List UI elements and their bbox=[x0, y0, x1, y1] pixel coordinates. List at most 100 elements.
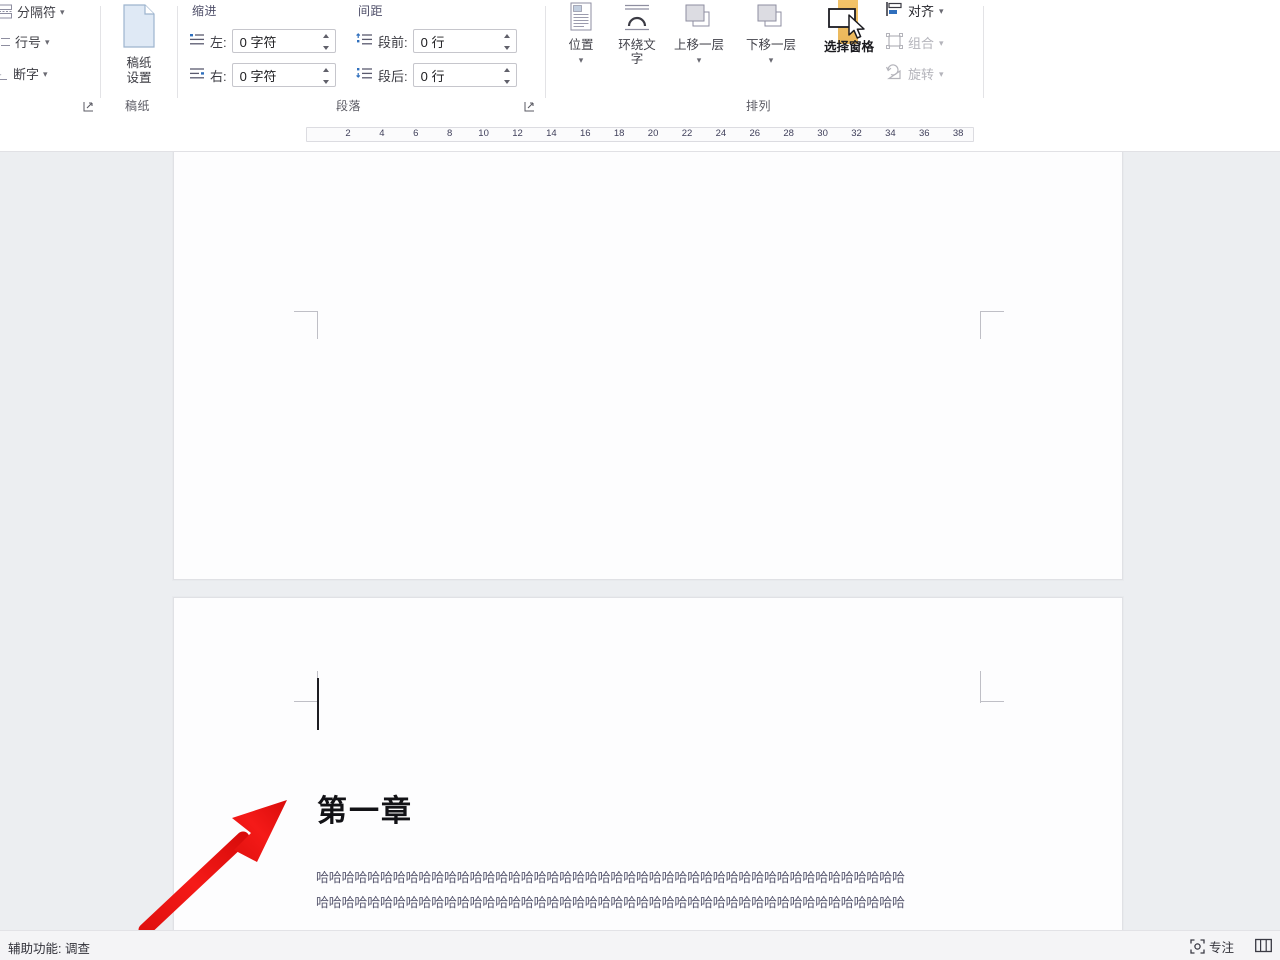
chapter-heading[interactable]: 第一章 bbox=[317, 786, 413, 830]
grid-paper-group-label: 稿纸 bbox=[125, 99, 151, 113]
align-icon bbox=[886, 1, 903, 20]
chevron-down-icon[interactable]: ▾ bbox=[697, 53, 702, 67]
focus-label: 专注 bbox=[1208, 941, 1234, 955]
chevron-down-icon[interactable]: ▾ bbox=[579, 53, 584, 67]
align-button[interactable]: 对齐 ▾ bbox=[886, 1, 944, 20]
document-page-2[interactable]: 第一章 哈哈哈哈哈哈哈哈哈哈哈哈哈哈哈哈哈哈哈哈哈哈哈哈哈哈哈哈哈哈哈哈哈哈哈哈… bbox=[173, 597, 1123, 930]
chevron-down-icon[interactable]: ▾ bbox=[769, 53, 774, 67]
body-line-2: 哈哈哈哈哈哈哈哈哈哈哈哈哈哈哈哈哈哈哈哈哈哈哈哈哈哈哈哈哈哈哈哈哈哈哈哈哈哈哈哈… bbox=[316, 896, 905, 911]
ribbon: 分隔符 ▾ 1 2 行号 ▾ a- bbox=[0, 0, 1280, 118]
spacing-before-input[interactable]: 0 行 bbox=[412, 29, 517, 53]
ribbon-group-page-setup: 分隔符 ▾ 1 2 行号 ▾ a- bbox=[0, 0, 100, 118]
chevron-down-icon[interactable]: ▾ bbox=[60, 7, 65, 18]
group-label: 组合 bbox=[908, 36, 935, 51]
word-window: 分隔符 ▾ 1 2 行号 ▾ a- bbox=[0, 0, 1280, 960]
paragraph-group-label: 段落 bbox=[336, 99, 362, 113]
spacing-after-icon bbox=[356, 67, 373, 84]
ruler-tick-12: 12 bbox=[512, 128, 523, 139]
svg-text:a-: a- bbox=[0, 69, 2, 79]
wrap-text-icon bbox=[622, 2, 652, 35]
chevron-down-icon[interactable]: ▾ bbox=[939, 6, 944, 17]
rotate-button: 旋转 ▾ bbox=[885, 64, 944, 83]
mouse-cursor bbox=[848, 14, 870, 49]
ruler-tick-6: 6 bbox=[413, 128, 419, 139]
ruler-tick-16: 16 bbox=[580, 128, 591, 139]
chevron-down-icon: ▾ bbox=[939, 69, 944, 79]
send-backward-icon bbox=[754, 2, 788, 35]
spacing-before-stepper[interactable] bbox=[502, 31, 513, 53]
margin-mark-bottom-right bbox=[974, 311, 1004, 341]
accessibility-status[interactable]: 辅助功能: 调查 bbox=[8, 938, 90, 957]
indent-left-input[interactable]: 0 字符 bbox=[231, 29, 336, 53]
spacing-after-stepper[interactable] bbox=[502, 65, 513, 87]
hyphenation-label: 断字 bbox=[13, 67, 40, 82]
spacing-before-label: 段前: bbox=[378, 34, 408, 50]
bring-forward-label: 上移一层 bbox=[673, 38, 724, 52]
group-divider bbox=[983, 6, 984, 98]
grid-paper-settings-button[interactable]: 稿纸 设置 bbox=[107, 4, 171, 86]
position-button[interactable]: 位置 ▾ bbox=[550, 2, 612, 67]
line-numbers-label: 行号 bbox=[15, 35, 42, 50]
ruler-tick-20: 20 bbox=[647, 128, 659, 139]
indent-right-value: 0 字符 bbox=[239, 68, 277, 84]
indent-right-input[interactable]: 0 字符 bbox=[231, 63, 336, 87]
hyphenation-button[interactable]: a- 断字 ▾ bbox=[0, 64, 48, 83]
chevron-down-icon: ▾ bbox=[939, 38, 944, 48]
arrange-group-label: 排列 bbox=[746, 99, 772, 113]
group-icon bbox=[886, 33, 903, 52]
status-bar: 辅助功能: 调查 专注 bbox=[0, 930, 1280, 960]
spacing-subhead: 间距 bbox=[358, 4, 384, 18]
group-button: 组合 ▾ bbox=[886, 33, 944, 52]
bring-forward-button[interactable]: 上移一层 ▾ bbox=[668, 2, 730, 67]
ruler-tick-32: 32 bbox=[851, 128, 862, 139]
paragraph-dialog-launcher[interactable] bbox=[523, 100, 537, 114]
focus-mode-button[interactable]: 专注 bbox=[1190, 937, 1234, 956]
ruler-tick-28: 28 bbox=[783, 128, 794, 139]
spacing-after-field-row: 段后: 0 行 bbox=[356, 63, 517, 87]
indent-subhead: 缩进 bbox=[192, 4, 218, 18]
document-canvas[interactable]: 第一章 哈哈哈哈哈哈哈哈哈哈哈哈哈哈哈哈哈哈哈哈哈哈哈哈哈哈哈哈哈哈哈哈哈哈哈哈… bbox=[0, 152, 1280, 930]
indent-left-field-row: 左: 0 字符 bbox=[190, 29, 336, 53]
ruler-tick-24: 24 bbox=[715, 128, 727, 139]
position-icon bbox=[568, 2, 594, 35]
chevron-down-icon[interactable]: ▾ bbox=[45, 37, 50, 48]
margin-mark-top-right bbox=[974, 671, 1006, 705]
ribbon-group-paragraph: 缩进 间距 左: 0 字符 右: 0 字符 段前: 0 行 段后: 0 行 段落 bbox=[178, 0, 542, 118]
spacing-before-value: 0 行 bbox=[420, 34, 445, 50]
indent-left-stepper[interactable] bbox=[321, 31, 332, 53]
wrap-text-button[interactable]: 环绕文字 bbox=[606, 2, 668, 66]
chevron-down-icon[interactable]: ▾ bbox=[43, 69, 48, 80]
ruler-tick-34: 34 bbox=[885, 128, 896, 139]
indent-right-field-row: 右: 0 字符 bbox=[190, 63, 336, 87]
line-numbers-button[interactable]: 1 2 行号 ▾ bbox=[0, 32, 50, 51]
body-line-1: 哈哈哈哈哈哈哈哈哈哈哈哈哈哈哈哈哈哈哈哈哈哈哈哈哈哈哈哈哈哈哈哈哈哈哈哈哈哈哈哈… bbox=[316, 871, 905, 886]
horizontal-ruler[interactable]: 2 4 6 8 10 12 14 16 18 20 22 24 26 28 30 32 34 36 38 bbox=[0, 118, 1280, 268]
margin-mark-bottom-left bbox=[294, 311, 324, 341]
send-backward-label: 下移一层 bbox=[745, 38, 796, 52]
ribbon-group-grid-paper: 稿纸 设置 稿纸 bbox=[101, 0, 177, 118]
spacing-before-field-row: 段前: 0 行 bbox=[356, 29, 517, 53]
indent-left-label: 左: bbox=[210, 34, 227, 50]
grid-paper-settings-line1: 稿纸 bbox=[126, 56, 152, 70]
ruler-tick-30: 30 bbox=[817, 128, 828, 139]
document-body-text[interactable]: 哈哈哈哈哈哈哈哈哈哈哈哈哈哈哈哈哈哈哈哈哈哈哈哈哈哈哈哈哈哈哈哈哈哈哈哈哈哈哈哈… bbox=[316, 866, 982, 916]
focus-icon bbox=[1190, 939, 1205, 954]
ruler-tick-2: 2 bbox=[345, 128, 351, 139]
read-mode-button[interactable] bbox=[1255, 938, 1272, 953]
breaks-button[interactable]: 分隔符 ▾ bbox=[0, 2, 65, 21]
spacing-after-input[interactable]: 0 行 bbox=[412, 63, 517, 87]
page-icon bbox=[121, 4, 157, 52]
wrap-text-label: 环绕文字 bbox=[618, 38, 656, 66]
indent-right-stepper[interactable] bbox=[321, 65, 332, 87]
page-setup-dialog-launcher[interactable] bbox=[82, 100, 96, 114]
indent-right-icon bbox=[190, 67, 205, 84]
rotate-icon bbox=[885, 64, 903, 83]
indent-left-value: 0 字符 bbox=[239, 34, 277, 50]
ruler-tick-4: 4 bbox=[379, 128, 385, 139]
ruler-track[interactable] bbox=[306, 127, 974, 142]
hyphenation-icon: a- bbox=[0, 66, 9, 81]
ruler-tick-8: 8 bbox=[447, 128, 453, 139]
margin-mark-top-left bbox=[294, 671, 326, 705]
document-page-1[interactable] bbox=[173, 152, 1123, 580]
send-backward-button[interactable]: 下移一层 ▾ bbox=[740, 2, 802, 67]
